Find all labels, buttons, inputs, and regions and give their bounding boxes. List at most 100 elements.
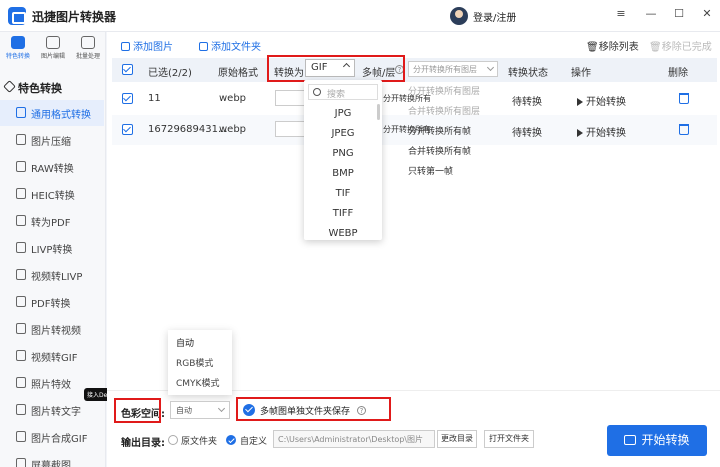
change-dir-button[interactable]: 更改目录 [437,430,477,448]
output-path-input[interactable]: C:\Users\Administrator\Desktop\图片 [273,430,435,448]
add-image-icon [121,42,130,51]
convert-icon [11,36,25,49]
row-status: 待转换 [512,128,542,139]
col-delete: 删除 [668,68,688,79]
play-icon [577,129,583,137]
col-status: 转换状态 [508,68,548,79]
minimize-icon[interactable]: — [643,6,659,22]
frame-option[interactable]: 分开转换所有帧 [408,124,498,144]
pdf-convert-icon [16,296,26,307]
sidebar-item-image-video[interactable]: 图片转视频 [0,316,104,342]
add-folder-icon [199,42,208,51]
format-option[interactable]: PNG [304,148,382,159]
color-space-dropdown: 自动 RGB模式 CMYK模式 [168,330,232,395]
gif-icon [16,350,26,361]
batch-icon [81,36,95,49]
sidebar-item-video-livp[interactable]: 视频转LIVP [0,262,104,288]
format-option[interactable]: TIFF [304,208,382,219]
avatar[interactable] [450,7,468,25]
format-option[interactable]: TIF [304,188,382,199]
row-checkbox[interactable] [122,93,133,104]
format-option[interactable]: BMP [304,168,382,179]
radio-custom-folder[interactable] [226,435,236,445]
tool-batch[interactable]: 批量处理 [73,36,103,60]
sidebar-item-heic[interactable]: HEIC转换 [0,181,104,207]
row-start-button[interactable]: 开始转换 [577,124,626,139]
frame-option[interactable]: 分开转换所有图层 [408,84,498,104]
color-space-option[interactable]: RGB模式 [176,356,213,369]
login-link[interactable]: 登录/注册 [473,9,516,24]
frame-option[interactable]: 合并转换所有帧 [408,144,498,164]
radio-original-folder[interactable] [168,435,178,445]
color-space-option[interactable]: CMYK模式 [176,376,219,389]
remove-list-button[interactable]: 🗑移除列表 [586,38,639,53]
file-format: webp [219,93,247,104]
format-option[interactable]: JPEG [304,128,382,139]
output-dir-label: 输出目录: [121,438,165,449]
file-format: webp [219,124,247,135]
color-space-option[interactable]: 自动 [176,336,194,349]
livp-icon [16,242,26,253]
image-edit-icon [46,36,60,49]
search-icon [313,88,321,96]
radio-custom-label: 自定义 [240,437,268,447]
remove-done-button[interactable]: 🗑移除已完成 [649,38,712,53]
format-search-input[interactable]: 搜索 [308,84,378,100]
effects-icon [16,377,26,388]
col-original-format: 原始格式 [218,68,258,79]
app-title: 迅捷图片转换器 [32,10,117,24]
sidebar-item-video-gif[interactable]: 视频转GIF [0,343,104,369]
compress-icon [16,134,26,145]
sidebar-item-pdf-convert[interactable]: PDF转换 [0,289,104,315]
video-icon [16,269,26,280]
add-folder-button[interactable]: 添加文件夹 [199,38,261,53]
sidebar-item-gif-compose[interactable]: 图片合成GIF [0,424,104,450]
row-status: 待转换 [512,97,542,108]
highlight-box-color-space [114,398,161,423]
trash-icon[interactable] [679,93,689,104]
trash-icon[interactable] [679,124,689,135]
heic-icon [16,188,26,199]
frame-options-list: 分开转换所有图层 合并转换所有图层 分开转换所有帧 合并转换所有帧 只转第一帧 [408,84,498,184]
tool-image-edit[interactable]: 图片编辑 [38,36,68,60]
row-format-select[interactable] [275,90,305,106]
menu-icon[interactable]: ≡ [613,6,629,22]
pdf-icon [16,215,26,226]
row-format-select[interactable] [275,121,305,137]
close-icon[interactable]: ✕ [699,6,715,22]
sidebar-item-general-convert[interactable]: 通用格式转换 [0,100,104,126]
raw-icon [16,161,26,172]
frame-option[interactable]: 合并转换所有图层 [408,104,498,124]
frame-option[interactable]: 只转第一帧 [408,164,498,184]
tool-feature-convert[interactable]: 特色转换 [3,36,33,60]
highlight-box-format [267,55,405,82]
general-convert-icon [16,107,26,118]
color-space-select[interactable]: 自动 [170,401,230,419]
radio-original-label: 原文件夹 [181,437,218,447]
start-convert-button[interactable]: 开始转换 [607,425,707,456]
screenshot-icon [16,458,26,467]
row-checkbox[interactable] [122,124,133,135]
convert-icon [624,435,637,445]
sidebar-item-to-pdf[interactable]: 转为PDF [0,208,104,234]
sidebar-item-livp[interactable]: LIVP转换 [0,235,104,261]
play-icon [577,98,583,106]
sidebar-item-screenshot[interactable]: 屏幕截图 [0,451,104,467]
chevron-down-icon [217,404,226,413]
add-image-button[interactable]: 添加图片 [121,38,173,53]
file-name: 11 [148,93,161,104]
chevron-down-icon [486,63,495,72]
format-option[interactable]: JPG [304,108,382,119]
app-logo-icon [8,7,26,25]
sidebar-item-compress[interactable]: 图片压缩 [0,127,104,153]
format-option[interactable]: WEBP [304,228,382,239]
sidebar-item-raw[interactable]: RAW转换 [0,154,104,180]
selected-count: 已选(2/2) [148,68,192,79]
select-all-checkbox[interactable] [122,64,133,75]
open-folder-button[interactable]: 打开文件夹 [484,430,534,448]
compose-icon [16,431,26,442]
row-start-button[interactable]: 开始转换 [577,93,626,108]
frame-mode-select[interactable]: 分开转换所有图层 [408,61,498,77]
ocr-icon [16,404,26,415]
maximize-icon[interactable]: ☐ [671,6,687,22]
